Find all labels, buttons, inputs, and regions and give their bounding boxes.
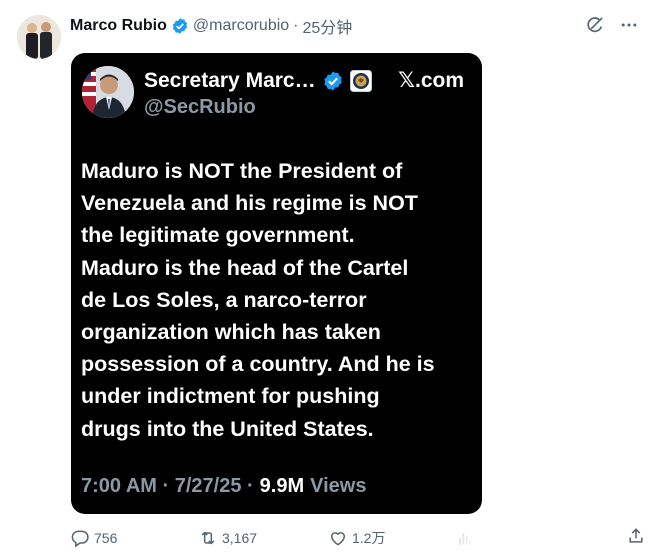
action-bar-right [616,526,646,550]
text-line: possession of a country. And he is [81,352,435,377]
reply-button[interactable]: 756 [70,528,117,548]
quoted-post-text: Maduro is NOT the President of Venezuela… [81,155,476,445]
quoted-author-handle: @SecRubio [144,96,256,118]
verified-badge-icon [171,17,189,35]
author-avatar[interactable] [17,15,61,59]
like-count: 1.2万 [352,530,386,546]
text-line: under indictment for pushing [81,384,380,409]
quoted-author-name: Secretary Marc… [144,69,316,92]
text-line: organization which has taken [81,320,381,345]
author-name[interactable]: Marco Rubio [70,17,167,35]
post-header: Marco Rubio @marcorubio · 25分钟 [70,14,352,38]
author-handle[interactable]: @marcorubio [193,17,289,35]
text-line: Maduro is NOT the President of [81,159,403,183]
text-line: de Los Soles, a narco-terror [81,287,367,312]
text-line: the legitimate government. [81,223,355,248]
quoted-post-card[interactable]: Secretary Marc… 𝕏.com @SecRubio Maduro i… [71,53,482,514]
retweet-icon [201,531,215,545]
more-icon[interactable] [618,14,640,36]
reply-count: 756 [94,530,118,546]
text-line: Maduro is the head of the Cartel [81,255,409,280]
verified-badge-icon [322,70,344,92]
x-brand: 𝕏.com [398,68,464,93]
text-line: Venezuela and his regime is NOT [81,191,418,216]
post-time[interactable]: 25分钟 [303,14,353,38]
quoted-timestamp: 7:00 AM · 7/27/25 · [81,475,254,497]
share-button[interactable] [626,526,646,546]
quoted-views-count: 9.9M [259,475,305,497]
separator-dot: · [293,17,299,34]
quoted-views-label: Views [310,475,367,497]
retweet-button[interactable]: 3,167 [198,528,257,548]
retweet-count: 3,167 [222,530,258,546]
top-actions [584,14,640,36]
x-com-label: 𝕏.com [398,69,464,92]
like-button[interactable]: 1.2万 [328,528,385,548]
quoted-post-meta: 7:00 AM · 7/27/25 · 9.9M Views [81,475,366,498]
quoted-author-avatar [82,66,134,118]
heart-icon [330,532,346,546]
state-department-seal-icon [349,70,372,92]
grok-icon[interactable] [584,14,606,36]
text-line: drugs into the United States. [81,416,374,441]
reply-icon [71,530,89,548]
quoted-name-row: Secretary Marc… [144,67,372,95]
share-icon [629,528,643,543]
